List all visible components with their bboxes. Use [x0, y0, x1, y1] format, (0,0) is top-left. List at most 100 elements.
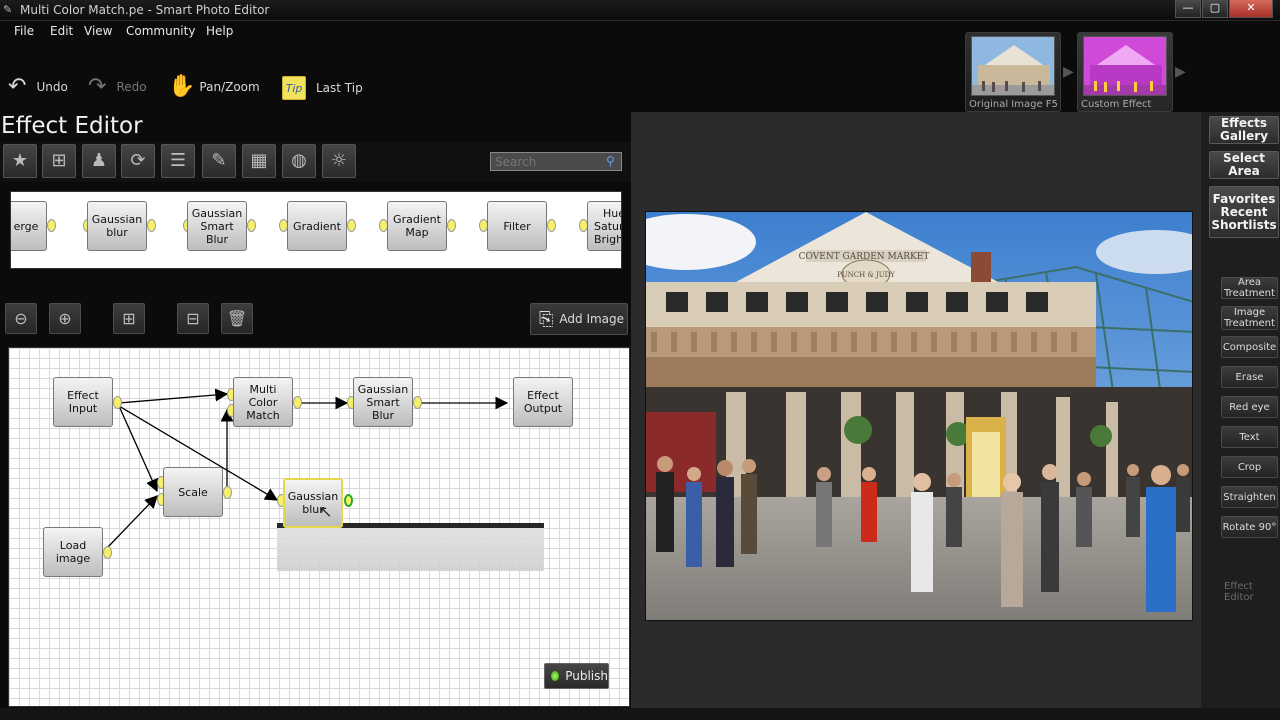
- search-icon[interactable]: ⚲: [606, 154, 615, 168]
- effect-editor-title: Effect Editor: [1, 113, 143, 139]
- favorites-star-icon[interactable]: ★: [3, 144, 37, 178]
- palette-node[interactable]: Filter: [487, 201, 547, 251]
- title-bar: ✎ Multi Color Match.pe - Smart Photo Edi…: [0, 0, 1280, 21]
- hand-icon: ✋: [168, 74, 196, 99]
- node-port[interactable]: [293, 396, 302, 409]
- add-image-button[interactable]: ⎘ Add Image: [530, 303, 628, 335]
- menu-edit[interactable]: Edit: [50, 24, 73, 38]
- menu-view[interactable]: View: [84, 24, 112, 38]
- palette-node[interactable]: Gaussian Smart Blur: [187, 201, 247, 251]
- palette-node[interactable]: Gradient Map: [387, 201, 447, 251]
- app-icon: ✎: [3, 3, 13, 16]
- adjust-figure-icon[interactable]: ♟: [82, 144, 116, 178]
- thumb-custom-effect-image: [1083, 36, 1167, 96]
- effect-graph-canvas[interactable]: Effect Input Multi Color Match Gaussian …: [8, 347, 630, 707]
- trash-icon: 🗑: [226, 309, 248, 328]
- edge-input-scale: [118, 405, 159, 493]
- layers-icon[interactable]: ☰: [161, 144, 195, 178]
- grid-icon[interactable]: ▦: [242, 144, 276, 178]
- zoom-in-icon: ⊕: [58, 309, 72, 328]
- arrow-right-icon: ▶: [1063, 64, 1074, 80]
- drop-insert-indicator: [277, 523, 544, 571]
- node-effect-output[interactable]: Effect Output: [513, 377, 573, 427]
- area-treatment-button[interactable]: Area Treatment: [1221, 277, 1278, 299]
- node-multi-color-match[interactable]: Multi Color Match: [233, 377, 293, 427]
- node-load-image[interactable]: Load image: [43, 527, 103, 577]
- favorites-button[interactable]: Favorites Recent Shortlists: [1209, 186, 1279, 238]
- menu-file[interactable]: File: [14, 24, 34, 38]
- covent-garden-photo: COVENT GARDEN MARKET PUNCH & JUDY: [646, 212, 1192, 620]
- undo-button[interactable]: ↶ Undo: [8, 76, 68, 98]
- transform-icon[interactable]: ⟳: [121, 144, 155, 178]
- brush-icon[interactable]: ✎: [202, 144, 236, 178]
- text-button[interactable]: Text: [1221, 426, 1278, 448]
- node-effect-input[interactable]: Effect Input: [53, 377, 113, 427]
- publish-button[interactable]: Publish: [544, 663, 609, 689]
- last-tip-button[interactable]: Tip Last Tip: [282, 76, 363, 100]
- node-port: [447, 219, 456, 232]
- node-port: [147, 219, 156, 232]
- node-gaussian-blur[interactable]: Gaussian blur: [283, 478, 343, 528]
- palette-node[interactable]: Gaussian blur: [87, 201, 147, 251]
- tip-icon: Tip: [282, 76, 306, 100]
- node-structure-icon[interactable]: ⊞: [42, 144, 76, 178]
- straighten-button[interactable]: Straighten: [1221, 486, 1278, 508]
- thumb-custom-effect[interactable]: Custom Effect: [1077, 32, 1173, 112]
- node-scale[interactable]: Scale: [163, 467, 223, 517]
- composite-button[interactable]: Composite: [1221, 336, 1278, 358]
- node-port: [347, 219, 356, 232]
- node-port: [47, 219, 56, 232]
- redo-button[interactable]: ↷ Redo: [88, 76, 147, 98]
- node-port[interactable]: [113, 396, 122, 409]
- search-input[interactable]: [490, 152, 622, 171]
- edge-input-mcm: [118, 388, 229, 404]
- add-image-label: Add Image: [559, 312, 625, 326]
- undo-icon: ↶: [8, 74, 27, 99]
- node-gaussian-smart-blur[interactable]: Gaussian Smart Blur: [353, 377, 413, 427]
- pan-zoom-button[interactable]: ✋ Pan/Zoom: [168, 76, 260, 98]
- erase-button[interactable]: Erase: [1221, 366, 1278, 388]
- arrange-nodes-icon: ⊞: [122, 309, 136, 328]
- node-port[interactable]: [413, 396, 422, 409]
- menu-help[interactable]: Help: [206, 24, 233, 38]
- arrange-button[interactable]: ⊞: [113, 303, 145, 334]
- palette-node[interactable]: erge: [11, 201, 47, 251]
- effects-gallery-button[interactable]: Effects Gallery: [1209, 116, 1279, 144]
- minimize-button[interactable]: —: [1175, 0, 1201, 18]
- window-title: Multi Color Match.pe - Smart Photo Edito…: [20, 3, 270, 17]
- node-port[interactable]: [103, 546, 112, 559]
- palette-icon[interactable]: ◍: [282, 144, 316, 178]
- effect-palette: erge Gaussian blur Gaussian Smart Blur G…: [10, 191, 622, 269]
- redo-label: Redo: [116, 80, 147, 94]
- status-strip: [0, 708, 1280, 720]
- node-port[interactable]: [223, 486, 232, 499]
- crop-button[interactable]: Crop: [1221, 456, 1278, 478]
- zoom-out-button[interactable]: ⊖: [5, 303, 37, 334]
- thumb-original[interactable]: Original Image F5: [965, 32, 1061, 112]
- group-button[interactable]: ⊟: [177, 303, 209, 334]
- thumb-original-label: Original Image F5: [969, 99, 1058, 110]
- publish-label: Publish: [565, 669, 608, 683]
- effect-editor-tab[interactable]: Effect Editor: [1224, 581, 1280, 603]
- rotate-90-button[interactable]: Rotate 90°: [1221, 516, 1278, 538]
- sign-mid-text: PUNCH & JUDY: [837, 271, 895, 279]
- palette-node[interactable]: Gradient: [287, 201, 347, 251]
- last-tip-label: Last Tip: [316, 81, 363, 95]
- palette-node[interactable]: Hue Saturation Brightness: [587, 201, 621, 251]
- maximize-button[interactable]: ▢: [1202, 0, 1228, 18]
- delete-button[interactable]: 🗑: [221, 303, 253, 334]
- zoom-out-icon: ⊖: [14, 309, 28, 328]
- node-port[interactable]: [344, 494, 353, 507]
- thumb-custom-effect-label: Custom Effect: [1081, 99, 1152, 110]
- preview-image[interactable]: COVENT GARDEN MARKET PUNCH & JUDY: [645, 211, 1193, 621]
- select-area-button[interactable]: Select Area: [1209, 151, 1279, 179]
- status-led-icon: [551, 671, 560, 681]
- menu-community[interactable]: Community: [126, 24, 195, 38]
- zoom-in-button[interactable]: ⊕: [49, 303, 81, 334]
- close-button[interactable]: ✕: [1229, 0, 1273, 18]
- pan-zoom-label: Pan/Zoom: [199, 80, 260, 94]
- red-eye-button[interactable]: Red eye: [1221, 396, 1278, 418]
- light-icon[interactable]: ☼: [322, 144, 356, 178]
- image-treatment-button[interactable]: Image Treatment: [1221, 306, 1278, 330]
- thumb-original-image: [971, 36, 1055, 96]
